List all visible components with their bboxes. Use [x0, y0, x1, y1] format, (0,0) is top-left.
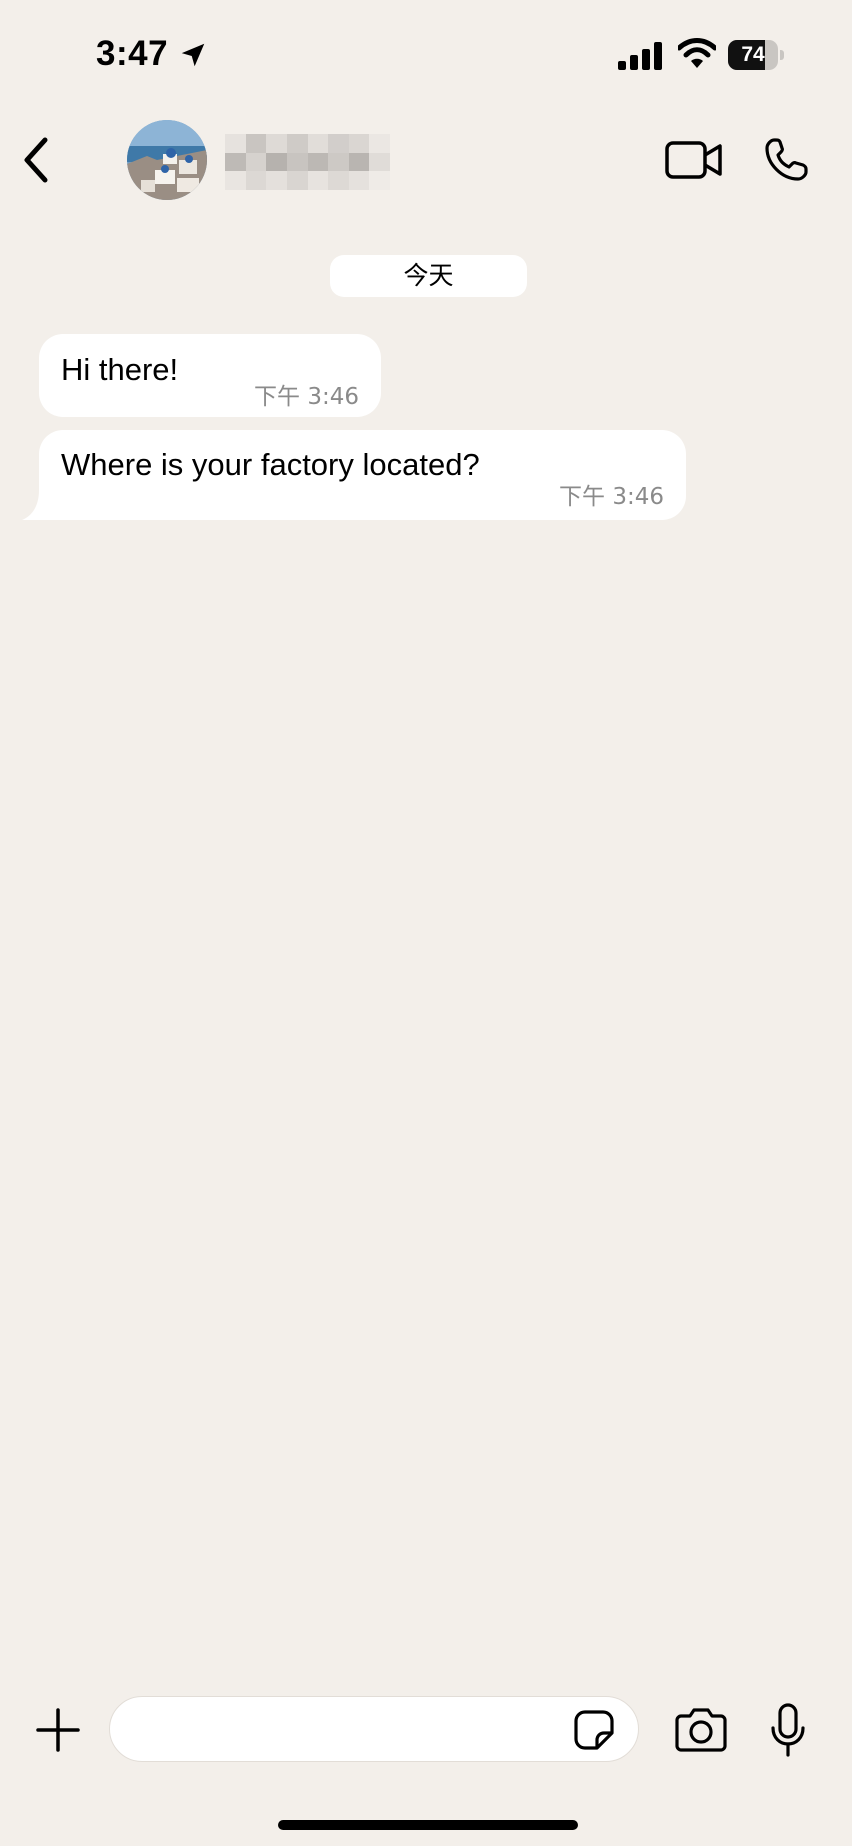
- contact-name-redacted[interactable]: [225, 134, 390, 190]
- microphone-icon[interactable]: [768, 1702, 808, 1758]
- message-bubble[interactable]: Hi there! 下午 3:46: [39, 334, 381, 417]
- status-bar: 3:47 74: [0, 0, 852, 110]
- home-indicator[interactable]: [278, 1820, 578, 1830]
- battery-body: 74: [728, 40, 778, 70]
- plus-icon[interactable]: [35, 1707, 81, 1753]
- chat-header: [0, 110, 852, 210]
- location-arrow-icon: [181, 43, 205, 67]
- battery-tip: [780, 50, 784, 60]
- message-text: Where is your factory located?: [61, 447, 480, 482]
- battery-level: 74: [741, 43, 765, 66]
- wifi-icon: [678, 38, 716, 68]
- phone-icon[interactable]: [762, 136, 810, 184]
- message-timestamp: 下午 3:46: [254, 384, 359, 410]
- sticker-icon[interactable]: [573, 1709, 615, 1751]
- message-text: Hi there!: [61, 352, 179, 387]
- message-bubble[interactable]: Where is your factory located? 下午 3:46: [22, 430, 686, 520]
- battery-icon: 74: [728, 40, 784, 70]
- message-input[interactable]: [109, 1696, 639, 1762]
- cellular-signal-icon: [618, 42, 662, 70]
- bubble-tail: [22, 490, 52, 520]
- avatar[interactable]: [127, 120, 207, 200]
- composer-bar: [0, 1680, 852, 1780]
- video-camera-icon[interactable]: [664, 138, 724, 182]
- chevron-left-icon[interactable]: [14, 132, 58, 188]
- avatar-photo: [127, 120, 207, 200]
- camera-icon[interactable]: [675, 1706, 727, 1752]
- message-timestamp: 下午 3:46: [559, 484, 664, 510]
- status-time: 3:47: [96, 34, 169, 73]
- date-separator: 今天: [330, 255, 527, 297]
